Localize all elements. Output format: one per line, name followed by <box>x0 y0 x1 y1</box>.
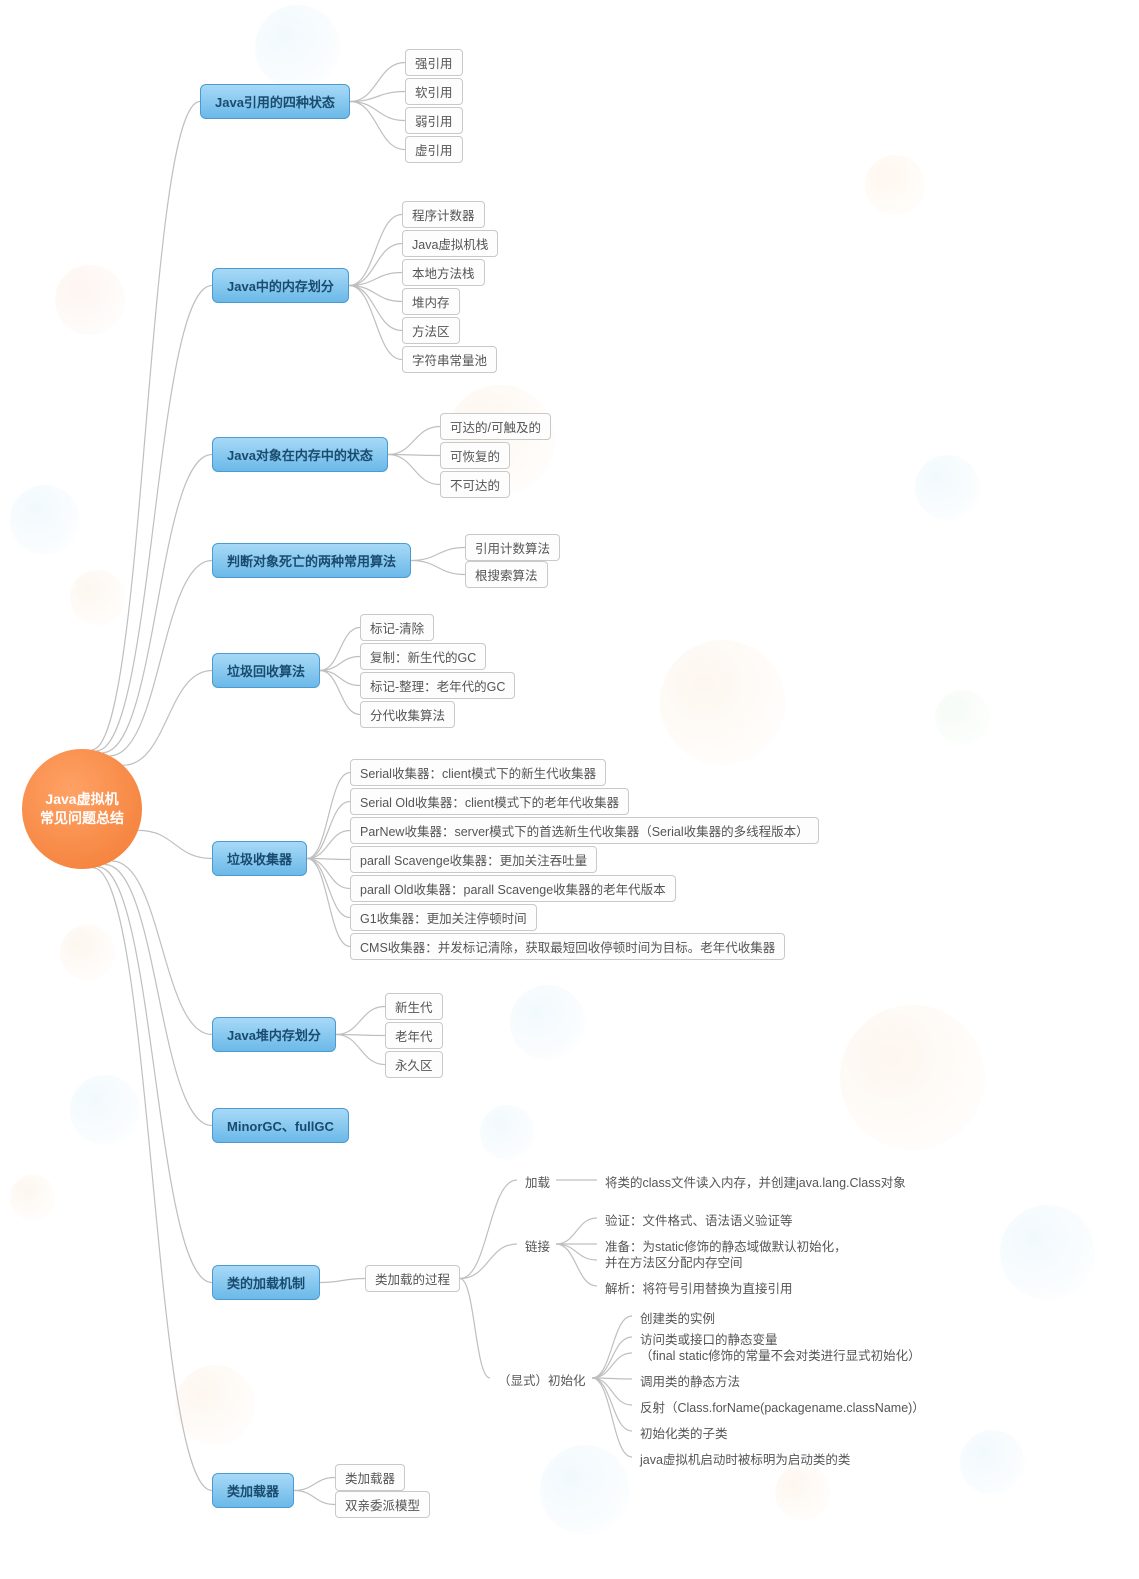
background-bubble <box>660 640 785 765</box>
leaf-node: 新生代 <box>385 993 443 1020</box>
leaf-node: G1收集器：更加关注停顿时间 <box>350 904 537 931</box>
leaf-node: Serial Old收集器：client模式下的老年代收集器 <box>350 788 629 815</box>
leaf-node: 软引用 <box>405 78 463 105</box>
background-bubble <box>960 1430 1025 1495</box>
leaf-node: 方法区 <box>402 317 460 344</box>
leaf-node: Serial收集器：client模式下的新生代收集器 <box>350 759 606 786</box>
branch-node[interactable]: 垃圾收集器 <box>212 841 307 876</box>
leaf-node: 字符串常量池 <box>402 346 497 373</box>
leaf-node: 可恢复的 <box>440 442 510 469</box>
background-bubble <box>55 265 125 335</box>
leaf-node: ParNew收集器：server模式下的首选新生代收集器（Serial收集器的多… <box>350 817 819 844</box>
leaf-node: 永久区 <box>385 1051 443 1078</box>
leaf-node: CMS收集器：并发标记清除，获取最短回收停顿时间为目标。老年代收集器 <box>350 933 785 960</box>
leaf-node: 虚引用 <box>405 136 463 163</box>
root-label: Java虚拟机常见问题总结 <box>40 790 124 828</box>
background-bubble <box>10 485 80 555</box>
detail-text: 解析：将符号引用替换为直接引用 <box>605 1278 793 1297</box>
background-bubble <box>480 1105 535 1160</box>
background-bubble <box>840 1005 985 1150</box>
branch-node[interactable]: 类的加载机制 <box>212 1265 320 1300</box>
leaf-node: 标记-整理：老年代的GC <box>360 672 515 699</box>
detail-text: 并在方法区分配内存空间 <box>605 1252 743 1271</box>
leaf-node: 老年代 <box>385 1022 443 1049</box>
detail-text: 创建类的实例 <box>640 1308 715 1327</box>
background-bubble <box>10 1175 55 1220</box>
detail-text: 初始化类的子类 <box>640 1423 728 1442</box>
background-bubble <box>775 1465 830 1520</box>
background-bubble <box>70 1075 140 1145</box>
branch-node[interactable]: 类加载器 <box>212 1473 294 1508</box>
background-bubble <box>60 925 115 980</box>
background-bubble <box>915 455 980 520</box>
subnode-text: 链接 <box>525 1236 550 1255</box>
background-bubble <box>540 1445 630 1535</box>
branch-node[interactable]: Java中的内存划分 <box>212 268 349 303</box>
detail-text: java虚拟机启动时被标明为启动类的类 <box>640 1449 850 1468</box>
detail-text: 反射（Class.forName(packagename.className)） <box>640 1397 925 1416</box>
subnode-text: 加载 <box>525 1172 550 1191</box>
background-bubble <box>70 570 125 625</box>
branch-node[interactable]: 垃圾回收算法 <box>212 653 320 688</box>
detail-text: 将类的class文件读入内存，并创建java.lang.Class对象 <box>605 1172 906 1191</box>
branch-node[interactable]: Java对象在内存中的状态 <box>212 437 388 472</box>
background-bubble <box>510 985 585 1060</box>
leaf-node: 引用计数算法 <box>465 534 560 561</box>
leaf-node: parall Scavenge收集器：更加关注吞吐量 <box>350 846 597 873</box>
leaf-node: 根搜索算法 <box>465 561 548 588</box>
subnode: 类加载的过程 <box>365 1265 460 1292</box>
leaf-node: 标记-清除 <box>360 614 434 641</box>
subnode-text: （显式）初始化 <box>498 1370 586 1389</box>
branch-node[interactable]: Java堆内存划分 <box>212 1017 336 1052</box>
leaf-node: 双亲委派模型 <box>335 1491 430 1518</box>
leaf-node: 弱引用 <box>405 107 463 134</box>
detail-text: 调用类的静态方法 <box>640 1371 740 1390</box>
leaf-node: 复制：新生代的GC <box>360 643 486 670</box>
background-bubble <box>255 5 340 90</box>
detail-text: （final static修饰的常量不会对类进行显式初始化） <box>640 1345 921 1364</box>
background-bubble <box>935 690 990 745</box>
leaf-node: Java虚拟机栈 <box>402 230 498 257</box>
background-bubble <box>1000 1205 1095 1300</box>
leaf-node: 强引用 <box>405 49 463 76</box>
branch-node[interactable]: Java引用的四种状态 <box>200 84 350 119</box>
root-node[interactable]: Java虚拟机常见问题总结 <box>22 749 142 869</box>
branch-node[interactable]: 判断对象死亡的两种常用算法 <box>212 543 411 578</box>
leaf-node: 可达的/可触及的 <box>440 413 551 440</box>
leaf-node: 分代收集算法 <box>360 701 455 728</box>
leaf-node: 程序计数器 <box>402 201 485 228</box>
leaf-node: 堆内存 <box>402 288 460 315</box>
leaf-node: 类加载器 <box>335 1464 405 1491</box>
leaf-node: 不可达的 <box>440 471 510 498</box>
detail-text: 验证：文件格式、语法语义验证等 <box>605 1210 793 1229</box>
background-bubble <box>175 1365 255 1445</box>
background-bubble <box>865 155 925 215</box>
leaf-node: 本地方法栈 <box>402 259 485 286</box>
leaf-node: parall Old收集器：parall Scavenge收集器的老年代版本 <box>350 875 676 902</box>
branch-node[interactable]: MinorGC、fullGC <box>212 1108 349 1143</box>
